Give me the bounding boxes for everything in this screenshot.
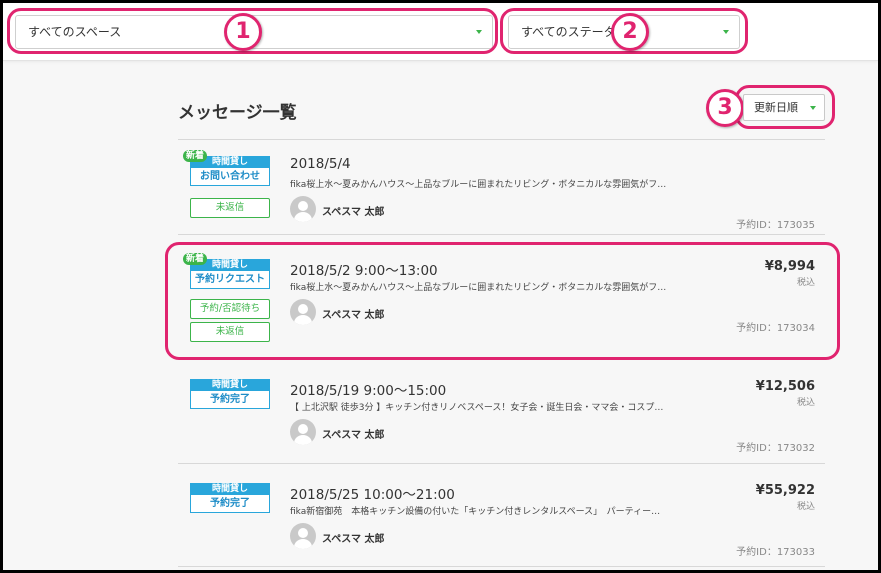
sort-dropdown[interactable]: 更新日順 — [743, 94, 825, 121]
annotation-number-1: 1 — [224, 13, 262, 51]
annotation-number-3: 3 — [706, 89, 744, 127]
status-tag-unreplied: 未返信 — [190, 198, 270, 218]
rental-type-label: 時間貸し — [191, 484, 269, 495]
divider — [178, 463, 825, 464]
reservation-id: 予約ID：173034 — [736, 323, 815, 334]
chevron-down-icon — [476, 30, 482, 34]
status-tag-pending: 予約/否認待ち — [190, 299, 270, 319]
message-item[interactable]: 新着 時間貸し お問い合わせ 未返信 2018/5/4 fika桜上水〜夏みかん… — [178, 140, 825, 252]
message-space-desc: fika新宿御苑 本格キッチン設備の付いた「キッチン付きレンタルスペース」 パー… — [290, 507, 661, 517]
message-item[interactable]: 時間貸し 予約完了 2018/5/19 9:00〜15:00 【 上北沢駅 徒歩… — [178, 363, 825, 475]
rental-type-label: 時間貸し — [191, 380, 269, 391]
sort-label: 更新日順 — [754, 101, 798, 114]
message-date: 2018/5/19 9:00〜15:00 — [290, 383, 447, 399]
reservation-id: 予約ID：173035 — [736, 220, 815, 231]
price: ¥8,994 — [764, 259, 815, 274]
message-item[interactable]: 新着 時間貸し 予約リクエスト 予約/否認待ち 未返信 2018/5/2 9:0… — [178, 243, 825, 355]
user-name: スペスマ 太郎 — [322, 534, 385, 545]
annotation-number-2: 2 — [611, 13, 649, 51]
message-space-desc: fika桜上水〜夏みかんハウス〜上品なブルーに囲まれたリビング・ボタニカルな雰囲… — [290, 180, 667, 190]
message-item[interactable]: 時間貸し 予約完了 2018/5/25 10:00〜21:00 fika新宿御苑… — [178, 467, 825, 570]
divider — [178, 234, 825, 235]
type-badge: 時間貸し 予約完了 — [190, 483, 270, 513]
divider — [178, 566, 825, 567]
message-kind-label: 予約完了 — [210, 498, 250, 509]
chevron-down-icon — [810, 106, 816, 110]
app-frame: すべてのスペース すべてのステータス 1 2 メッセージ一覧 3 更新日順 新着… — [3, 3, 878, 570]
reservation-id: 予約ID：173033 — [736, 547, 815, 558]
message-kind-label: 予約リクエスト — [195, 274, 265, 285]
message-kind-label: お問い合わせ — [200, 171, 260, 182]
user-name: スペスマ 太郎 — [322, 430, 385, 441]
tax-label: 税込 — [796, 502, 815, 512]
reservation-id: 予約ID：173032 — [736, 443, 815, 454]
price: ¥12,506 — [755, 379, 815, 394]
status-tag-unreplied: 未返信 — [190, 322, 270, 342]
avatar — [290, 523, 316, 549]
message-space-desc: fika桜上水〜夏みかんハウス〜上品なブルーに囲まれたリビング・ボタニカルな雰囲… — [290, 283, 667, 293]
user-name: スペスマ 太郎 — [322, 310, 385, 321]
user-name: スペスマ 太郎 — [322, 207, 385, 218]
avatar — [290, 299, 316, 325]
avatar — [290, 196, 316, 222]
message-date: 2018/5/2 9:00〜13:00 — [290, 263, 438, 279]
page-title: メッセージ一覧 — [178, 103, 297, 123]
chevron-down-icon — [723, 30, 729, 34]
new-tag: 新着 — [183, 150, 208, 162]
tax-label: 税込 — [796, 278, 815, 288]
message-date: 2018/5/4 — [290, 156, 351, 172]
filter-bar: すべてのスペース すべてのステータス — [3, 3, 878, 61]
type-badge: 時間貸し 予約完了 — [190, 379, 270, 409]
tax-label: 税込 — [796, 398, 815, 408]
new-tag: 新着 — [183, 253, 208, 265]
message-date: 2018/5/25 10:00〜21:00 — [290, 487, 455, 503]
price: ¥55,922 — [755, 483, 815, 498]
message-kind-label: 予約完了 — [210, 394, 250, 405]
avatar — [290, 419, 316, 445]
space-filter-value: すべてのスペース — [28, 25, 122, 39]
message-space-desc: 【 上北沢駅 徒歩3分 】キッチン付きリノベスペース！女子会・誕生日会・ママ会・… — [290, 403, 664, 413]
